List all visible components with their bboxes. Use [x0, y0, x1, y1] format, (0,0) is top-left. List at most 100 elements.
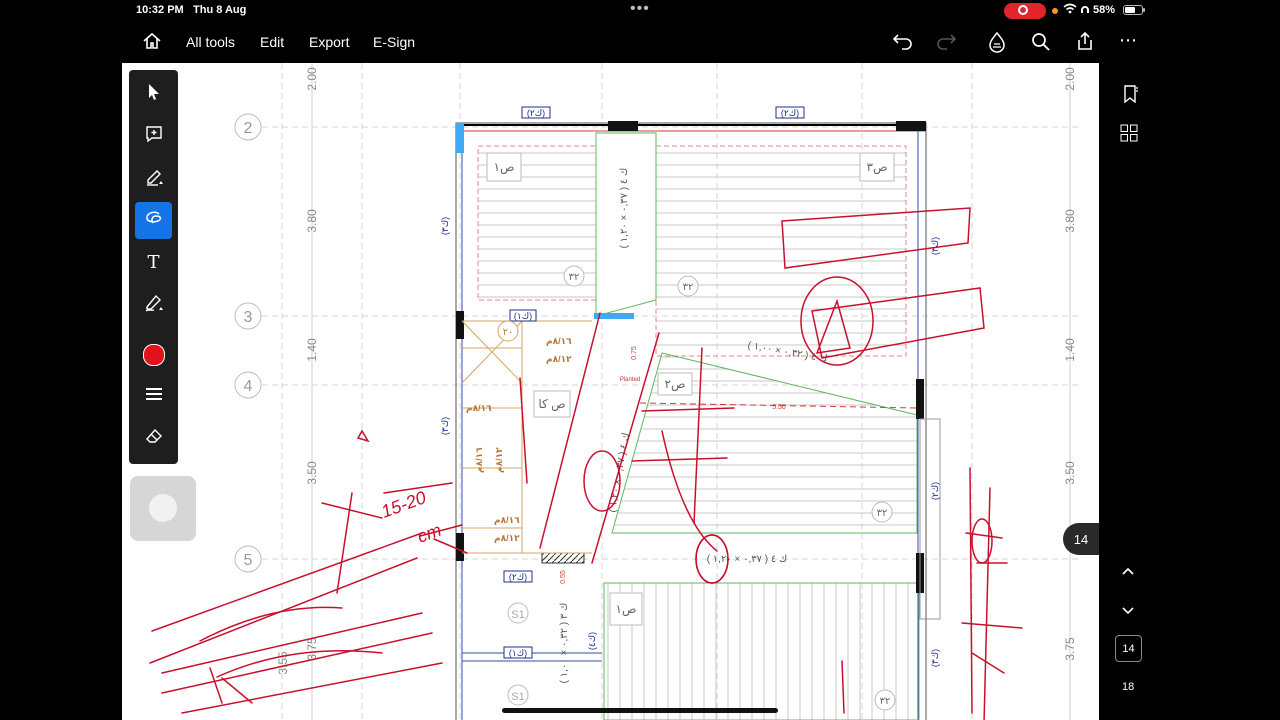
beam-label-top-1: (ك٢) [527, 108, 545, 118]
s1-ring-2: S1 [511, 691, 524, 703]
comment-plus-icon [144, 124, 164, 149]
thickness-2: ٣٢ [683, 282, 694, 293]
dim-right-5: 3.75 [1063, 637, 1077, 661]
dim-055: 0.55 [560, 570, 567, 584]
beam-label-right-3: (ك٣) [930, 649, 940, 667]
dim-right-1: 2.00 [1063, 67, 1077, 91]
rebar-label-3: ٨/١٦م [466, 403, 492, 414]
esign-button[interactable]: E-Sign [373, 34, 415, 50]
line-weight-button[interactable] [135, 378, 172, 415]
ink-text-unit: cm [415, 520, 444, 547]
beam-label-c2-b: (ك٢) [509, 572, 527, 582]
annotation-tools-panel: T [129, 70, 178, 464]
share-icon[interactable] [1075, 31, 1095, 56]
edit-button[interactable]: Edit [260, 34, 284, 50]
export-button[interactable]: Export [309, 34, 349, 50]
dim-left-4: 3.50 [305, 461, 319, 485]
thumbnails-icon[interactable] [1120, 124, 1138, 147]
line-weight-icon [145, 387, 163, 406]
text-tool-button[interactable]: T [135, 244, 172, 281]
chevron-down-icon[interactable] [1121, 603, 1135, 621]
more-icon[interactable]: ⋯ [1119, 30, 1138, 51]
pen-sign-icon [144, 292, 164, 317]
assistive-touch-button[interactable] [130, 476, 196, 541]
home-indicator[interactable] [502, 708, 778, 713]
highlight-tool-button[interactable] [135, 160, 172, 197]
dim-right-3: 1.40 [1063, 338, 1077, 362]
beam-label-left-2: (ك٣) [440, 417, 450, 435]
stair-width: ٢٠ [503, 327, 514, 338]
joist-label-4: ك ٤ ( ٠,٣٧ × ١,٢٠ ) [707, 554, 788, 565]
dim-left-3: 1.40 [305, 338, 319, 362]
battery-percent: 58% [1093, 4, 1116, 16]
all-tools-button[interactable]: All tools [186, 34, 235, 50]
dim-right-4: 3.50 [1063, 461, 1077, 485]
total-pages: 18 [1122, 681, 1135, 693]
date: Thu 8 Aug [193, 4, 247, 16]
axis-3: 3 [244, 309, 253, 326]
text-icon: T [147, 252, 160, 273]
rebar-labels: ٨/١٦م ٨/١٢م ٨/١٦م ٨/١٦م ٨/١٢م ٨/١٦م ٨/١٢… [466, 336, 572, 544]
rebar-label-7: ٨/١٢م [494, 533, 520, 544]
beam-label-top-2: (ك٢) [781, 108, 799, 118]
axis-2: 2 [244, 120, 253, 137]
redo-icon[interactable] [935, 32, 957, 55]
page-number-input[interactable]: 14 [1115, 635, 1142, 662]
highlighter-icon [144, 166, 164, 191]
chevron-up-icon[interactable] [1121, 563, 1135, 581]
dim-left-1: 2.00 [305, 67, 319, 91]
right-sidebar [1099, 63, 1158, 720]
thickness-4: ٣٢ [880, 696, 891, 707]
ink-text: 15-20 cm [379, 487, 444, 547]
beam-label-left-1: (ك٣) [440, 217, 450, 235]
axis-5: 5 [244, 552, 253, 569]
rebar-label-6: ٨/١٦م [494, 515, 520, 526]
beam-label-c1-a: (ك١) [514, 311, 532, 321]
search-icon[interactable] [1031, 32, 1051, 57]
drawing-canvas[interactable]: 2 3 4 5 2.00 3.80 1.40 3.50 3.75 3.55 2.… [122, 63, 1099, 720]
reading-mode-icon[interactable] [986, 31, 1008, 58]
draw-tool-button[interactable] [135, 202, 172, 239]
signature-tool-button[interactable] [135, 286, 172, 323]
axis-4: 4 [244, 378, 253, 395]
document-view[interactable]: 2 3 4 5 2.00 3.80 1.40 3.50 3.75 3.55 2.… [122, 63, 1099, 720]
color-swatch-icon [142, 343, 165, 366]
eraser-tool-button[interactable] [135, 420, 172, 457]
dim-right-2: 3.80 [1063, 209, 1077, 233]
dim-075: 0.75 [631, 346, 638, 360]
screen-record-indicator[interactable] [1004, 3, 1046, 19]
slab-label-3: ص٣ [867, 160, 888, 175]
battery-icon [1123, 5, 1145, 15]
planted-label: Planted [620, 377, 640, 383]
joist-label-5: ( ٠,٣٢ × ١,٠٠ ) ك ٣ [559, 603, 570, 684]
page-indicator[interactable]: 14 [1063, 523, 1099, 555]
slab-label-2: ص٢ [665, 377, 686, 392]
joist-label-1: ك ٤ ( ٠,٣٧ × ١,٢٠ ) [619, 168, 630, 249]
thickness-1: ٣٢ [569, 272, 580, 283]
top-toolbar: All tools Edit Export E-Sign ⋯ [0, 22, 1280, 64]
clock: 10:32 PM [136, 4, 184, 16]
rebar-label-1: ٨/١٦م [546, 336, 572, 347]
rebar-label-2: ٨/١٢م [546, 354, 572, 365]
rebar-label-4: ٨/١٦م [474, 447, 485, 473]
beam-label-c1-b: (ك١) [509, 648, 527, 658]
select-tool-button[interactable] [135, 76, 172, 113]
beam-label-right-1: (ك٣) [930, 237, 940, 255]
dim-550: 5.50 [772, 404, 786, 411]
beam-label-c4: (ك٤) [587, 632, 597, 650]
current-page-number: 14 [1073, 531, 1089, 547]
home-icon[interactable] [142, 31, 162, 56]
s1-ring-1: S1 [511, 609, 524, 621]
dim-left-5: 3.75 [305, 637, 319, 661]
undo-icon[interactable] [892, 32, 914, 55]
lasso-draw-icon [144, 209, 164, 232]
slab-label-bottom: ص١ [616, 602, 637, 617]
comment-tool-button[interactable] [135, 118, 172, 155]
page-number-value: 14 [1122, 642, 1135, 655]
multitask-dots[interactable]: ••• [630, 0, 650, 18]
slab-label-1: ص١ [494, 160, 515, 175]
bookmark-icon[interactable] [1122, 85, 1138, 108]
color-picker-button[interactable] [135, 336, 172, 373]
wifi-icon [1062, 2, 1092, 19]
pointer-icon [146, 83, 162, 106]
